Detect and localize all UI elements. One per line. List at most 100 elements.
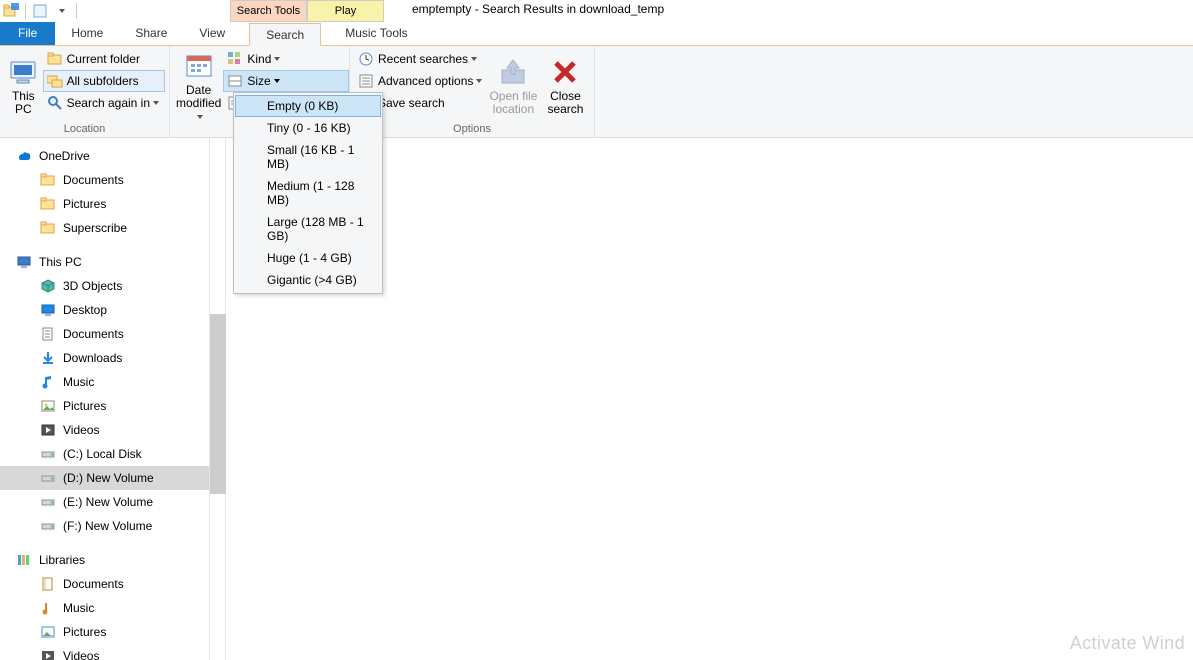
chevron-down-icon [476, 79, 482, 83]
size-option-tiny[interactable]: Tiny (0 - 16 KB) [235, 117, 381, 139]
size-option-medium[interactable]: Medium (1 - 128 MB) [235, 175, 381, 211]
open-location-icon [497, 56, 529, 88]
picture-icon [40, 398, 56, 414]
this-pc-button[interactable]: This PC [4, 48, 43, 123]
tab-share[interactable]: Share [119, 22, 183, 45]
size-option-empty[interactable]: Empty (0 KB) [235, 95, 381, 117]
nav-library-item[interactable]: Videos [0, 644, 209, 660]
nav-library-item[interactable]: Music [0, 596, 209, 620]
app-icon [2, 2, 20, 20]
nav-thispc-item[interactable]: Documents [0, 322, 209, 346]
nav-thispc-item[interactable]: 3D Objects [0, 274, 209, 298]
close-search-label: Close search [543, 90, 588, 116]
tab-file[interactable]: File [0, 22, 55, 45]
kind-icon [227, 51, 243, 67]
folder-icon [47, 51, 63, 67]
chevron-down-icon [471, 57, 477, 61]
search-again-label: Search again in [67, 96, 150, 110]
size-option-gigantic[interactable]: Gigantic (>4 GB) [235, 269, 381, 291]
nav-libraries[interactable]: Libraries [0, 548, 209, 572]
close-search-button[interactable]: Close search [541, 48, 590, 123]
nav-onedrive-label: OneDrive [39, 149, 90, 163]
tab-home[interactable]: Home [55, 22, 119, 45]
date-modified-button[interactable]: Date modified [174, 48, 223, 125]
current-folder-label: Current folder [67, 52, 140, 66]
nav-onedrive-documents[interactable]: Documents [0, 168, 209, 192]
subfolders-icon [47, 73, 63, 89]
contextual-play-header: Play [307, 0, 384, 22]
size-option-huge[interactable]: Huge (1 - 4 GB) [235, 247, 381, 269]
nav-thispc-item[interactable]: Music [0, 370, 209, 394]
this-pc-icon [7, 56, 39, 88]
nav-libraries-label: Libraries [39, 553, 85, 567]
qat-item[interactable] [31, 2, 49, 20]
nav-onedrive-pictures[interactable]: Pictures [0, 192, 209, 216]
date-modified-label: Date modified [176, 83, 221, 110]
search-again-button[interactable]: Search again in [43, 92, 165, 114]
size-dropdown-menu: Empty (0 KB) Tiny (0 - 16 KB) Small (16 … [233, 92, 383, 294]
folder-icon [40, 220, 56, 236]
recent-searches-button[interactable]: Recent searches [354, 48, 486, 70]
libvid-icon [40, 648, 56, 660]
window-title: emptempty - Search Results in download_t… [412, 2, 664, 16]
nav-library-item[interactable]: Pictures [0, 620, 209, 644]
drive-icon [40, 494, 56, 510]
cube-icon [40, 278, 56, 294]
options-group-label: Options [354, 123, 590, 137]
search-again-icon [47, 95, 63, 111]
nav-thispc-item[interactable]: Videos [0, 418, 209, 442]
libraries-icon [16, 552, 32, 568]
advanced-options-label: Advanced options [378, 74, 473, 88]
libmusic-icon [40, 600, 56, 616]
size-option-large[interactable]: Large (128 MB - 1 GB) [235, 211, 381, 247]
scrollbar-thumb[interactable] [210, 314, 226, 494]
nav-this-pc[interactable]: This PC [0, 250, 209, 274]
size-icon [227, 73, 243, 89]
activate-windows-watermark: Activate Wind [1070, 633, 1185, 654]
tab-view[interactable]: View [183, 22, 241, 45]
clock-icon [358, 51, 374, 67]
save-search-label: Save search [378, 96, 445, 110]
ribbon-group-options: Recent searches Advanced options Save se… [350, 46, 595, 137]
drive-icon [40, 518, 56, 534]
chevron-down-icon [274, 79, 280, 83]
this-pc-label: This PC [6, 90, 41, 116]
size-button[interactable]: Size [223, 70, 349, 92]
qat-sep [25, 3, 26, 19]
libpic-icon [40, 624, 56, 640]
all-subfolders-button[interactable]: All subfolders [43, 70, 165, 92]
contextual-tab-headers: Search Tools Play [230, 0, 384, 22]
nav-thispc-item[interactable]: (D:) New Volume [0, 466, 209, 490]
navpane-scrollbar[interactable] [210, 138, 226, 660]
chevron-down-icon [153, 101, 159, 105]
open-file-location-label: Open file location [488, 90, 539, 116]
current-folder-button[interactable]: Current folder [43, 48, 165, 70]
open-file-location-button: Open file location [486, 48, 541, 123]
ribbon-tabs: File Home Share View Search Music Tools [0, 22, 1193, 46]
nav-onedrive[interactable]: OneDrive [0, 144, 209, 168]
music-icon [40, 374, 56, 390]
contextual-search-header: Search Tools [230, 0, 307, 22]
qat-dropdown[interactable] [53, 2, 71, 20]
tab-search[interactable]: Search [249, 23, 321, 46]
location-group-label: Location [4, 123, 165, 137]
ribbon: This PC Current folder All subfolders Se… [0, 46, 1193, 138]
nav-thispc-item[interactable]: (E:) New Volume [0, 490, 209, 514]
ribbon-group-location: This PC Current folder All subfolders Se… [0, 46, 170, 137]
kind-button[interactable]: Kind [223, 48, 349, 70]
nav-thispc-item[interactable]: Pictures [0, 394, 209, 418]
libdoc-icon [40, 576, 56, 592]
nav-thispc-item[interactable]: Desktop [0, 298, 209, 322]
video-icon [40, 422, 56, 438]
kind-label: Kind [247, 52, 271, 66]
onedrive-icon [16, 148, 32, 164]
nav-thispc-item[interactable]: Downloads [0, 346, 209, 370]
nav-thispc-item[interactable]: (C:) Local Disk [0, 442, 209, 466]
tab-music-tools[interactable]: Music Tools [329, 22, 423, 45]
close-icon [549, 56, 581, 88]
nav-onedrive-superscribe[interactable]: Superscribe [0, 216, 209, 240]
size-option-small[interactable]: Small (16 KB - 1 MB) [235, 139, 381, 175]
nav-library-item[interactable]: Documents [0, 572, 209, 596]
nav-thispc-item[interactable]: (F:) New Volume [0, 514, 209, 538]
advanced-options-button[interactable]: Advanced options [354, 70, 486, 92]
